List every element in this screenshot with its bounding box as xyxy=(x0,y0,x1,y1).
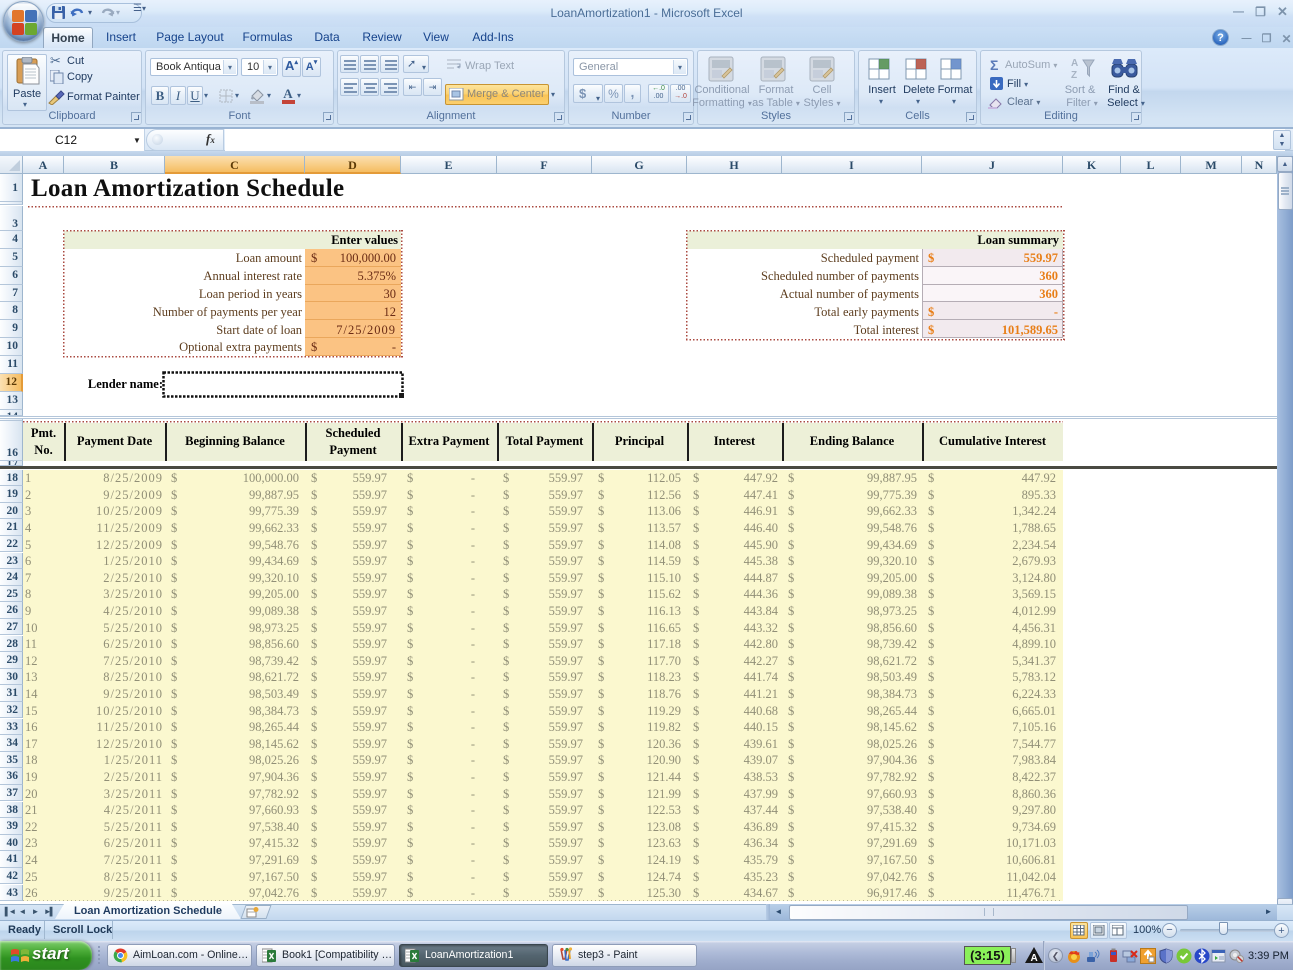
svg-text:A: A xyxy=(1031,953,1038,964)
svg-text:Z: Z xyxy=(1071,70,1077,80)
svg-text:A: A xyxy=(1071,58,1078,69)
